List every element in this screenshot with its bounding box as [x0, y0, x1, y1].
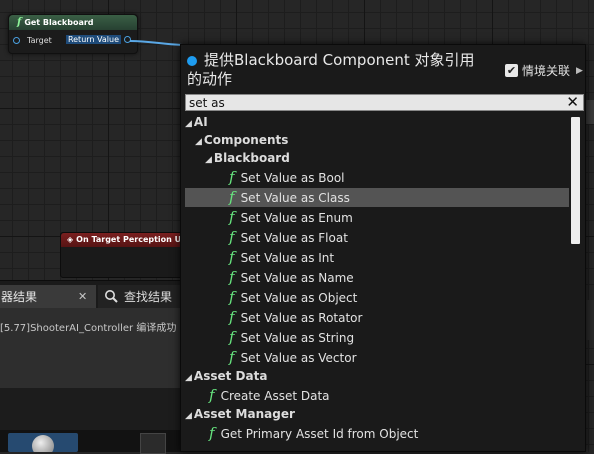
tab-label: 查找结果 — [124, 290, 173, 304]
category-asset-data[interactable]: ◢ Asset Data — [185, 367, 267, 386]
bottom-tab-bar: 器结果 ✕ 查找结果 — [0, 280, 180, 309]
checkbox-icon[interactable]: ✔ — [505, 64, 518, 77]
menu-title-text: 提供Blackboard Component 对象引用的动作 — [187, 51, 475, 88]
function-icon: f — [229, 348, 235, 366]
menu-item-create-asset-data[interactable]: f Create Asset Data — [209, 386, 330, 405]
menu-item-label: Set Value as Class — [240, 191, 350, 205]
category-components[interactable]: ◢ Components — [195, 131, 288, 150]
menu-item-label: Set Value as Object — [240, 291, 358, 305]
function-icon: f — [229, 208, 235, 226]
context-sensitive-toggle[interactable]: ✔ 情境关联 ▶ — [505, 62, 583, 79]
menu-item-set-value-as-name[interactable]: f Set Value as Name — [229, 268, 354, 287]
menu-item-label: Get Primary Asset Id from Object — [220, 427, 419, 441]
category-blackboard[interactable]: ◢ Blackboard — [205, 149, 290, 168]
pin-icon — [13, 37, 20, 44]
category-ai[interactable]: ◢ AI — [185, 113, 208, 132]
node-header: f Get Blackboard — [9, 15, 137, 30]
menu-item-set-value-as-int[interactable]: f Set Value as Int — [229, 248, 334, 267]
menu-item-set-value-as-float[interactable]: f Set Value as Float — [229, 228, 348, 247]
tab-find-results[interactable]: 查找结果 — [98, 285, 180, 309]
message-log: [5.77]ShooterAI_Controller 编译成功 — [0, 308, 180, 388]
menu-item-label: Set Value as Int — [240, 251, 335, 265]
asset-thumbnail[interactable] — [8, 433, 78, 452]
menu-item-set-value-as-enum[interactable]: f Set Value as Enum — [229, 208, 353, 227]
asset-thumbnail[interactable] — [140, 433, 166, 454]
sphere-icon — [32, 435, 54, 452]
function-icon: f — [229, 168, 235, 186]
return-value-pin[interactable]: Return Value — [65, 35, 131, 44]
function-icon: f — [229, 188, 235, 206]
function-icon: f — [229, 268, 235, 286]
action-menu: 提供Blackboard Component 对象引用的动作 ✔ 情境关联 ▶ … — [180, 44, 586, 452]
function-icon: f — [209, 386, 215, 404]
menu-item-label: Set Value as String — [240, 331, 355, 345]
function-icon: f — [229, 308, 235, 326]
clear-icon[interactable]: ✕ — [566, 93, 579, 111]
target-pin[interactable]: Target — [13, 36, 52, 45]
category-label: AI — [193, 115, 208, 129]
menu-item-label: Set Value as Bool — [240, 171, 345, 185]
menu-item-set-value-as-object[interactable]: f Set Value as Object — [229, 288, 357, 307]
function-icon: f — [229, 228, 235, 246]
event-icon: ◈ — [67, 235, 74, 244]
target-pin-label: Target — [27, 36, 52, 45]
node-title: Get Blackboard — [24, 18, 94, 27]
function-icon: f — [209, 424, 215, 442]
search-icon — [104, 285, 118, 309]
chevron-right-icon[interactable]: ▶ — [576, 66, 583, 76]
category-asset-manager[interactable]: ◢ Asset Manager — [185, 405, 295, 424]
scrollbar-thumb[interactable] — [571, 117, 580, 244]
tab-compiler-results[interactable]: 器结果 ✕ — [0, 285, 96, 309]
search-input[interactable] — [189, 95, 559, 110]
menu-item-set-value-as-bool[interactable]: f Set Value as Bool — [229, 168, 569, 187]
collapse-icon[interactable]: ◢ — [185, 373, 192, 383]
side-panel-edge — [586, 100, 594, 124]
function-icon: f — [229, 328, 235, 346]
menu-item-label: Set Value as Vector — [240, 351, 357, 365]
close-icon[interactable]: ✕ — [78, 285, 87, 309]
side-panel-edge — [586, 300, 594, 340]
category-label: Components — [203, 133, 289, 147]
collapse-icon[interactable]: ◢ — [195, 137, 202, 147]
search-box[interactable]: ✕ — [185, 93, 584, 111]
tab-label: 器结果 — [1, 290, 38, 304]
collapse-icon[interactable]: ◢ — [185, 119, 192, 129]
menu-item-set-value-as-class[interactable]: f Set Value as Class — [185, 188, 569, 207]
context-label: 情境关联 — [522, 64, 571, 78]
function-icon: f — [17, 17, 22, 28]
menu-item-set-value-as-rotator[interactable]: f Set Value as Rotator — [229, 308, 362, 327]
menu-item-label: Create Asset Data — [220, 389, 330, 403]
function-icon: f — [229, 288, 235, 306]
get-blackboard-node[interactable]: f Get Blackboard Target Return Value — [8, 14, 138, 54]
collapse-icon[interactable]: ◢ — [205, 155, 212, 165]
menu-title: 提供Blackboard Component 对象引用的动作 — [187, 51, 487, 89]
menu-item-get-primary-asset-id[interactable]: f Get Primary Asset Id from Object — [209, 424, 418, 443]
menu-item-label: Set Value as Name — [240, 271, 354, 285]
object-reference-icon — [187, 56, 197, 66]
log-message: [5.77]ShooterAI_Controller 编译成功 — [0, 323, 177, 334]
category-label: Asset Data — [193, 369, 268, 383]
menu-item-label: Set Value as Enum — [240, 211, 353, 225]
menu-item-set-value-as-string[interactable]: f Set Value as String — [229, 328, 354, 347]
category-label: Blackboard — [213, 151, 290, 165]
menu-item-label: Set Value as Float — [240, 231, 348, 245]
function-icon: f — [229, 248, 235, 266]
menu-item-set-value-as-vector[interactable]: f Set Value as Vector — [229, 348, 357, 367]
category-label: Asset Manager — [193, 407, 295, 421]
content-browser-strip — [0, 388, 180, 430]
menu-item-label: Set Value as Rotator — [240, 311, 363, 325]
collapse-icon[interactable]: ◢ — [185, 411, 192, 421]
return-value-label: Return Value — [65, 35, 121, 44]
